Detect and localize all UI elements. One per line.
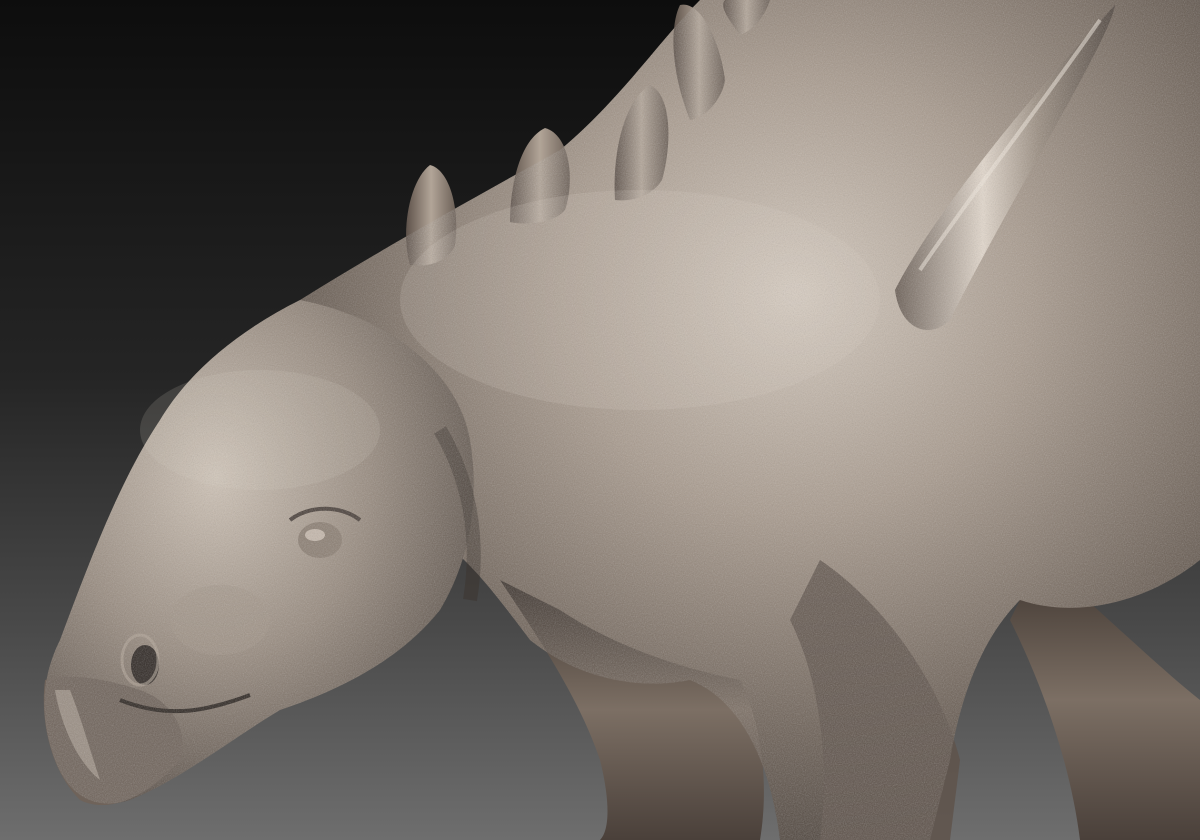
sculpt-viewport [0, 0, 1200, 840]
dinosaur-sculpt-render [43, 0, 1200, 840]
